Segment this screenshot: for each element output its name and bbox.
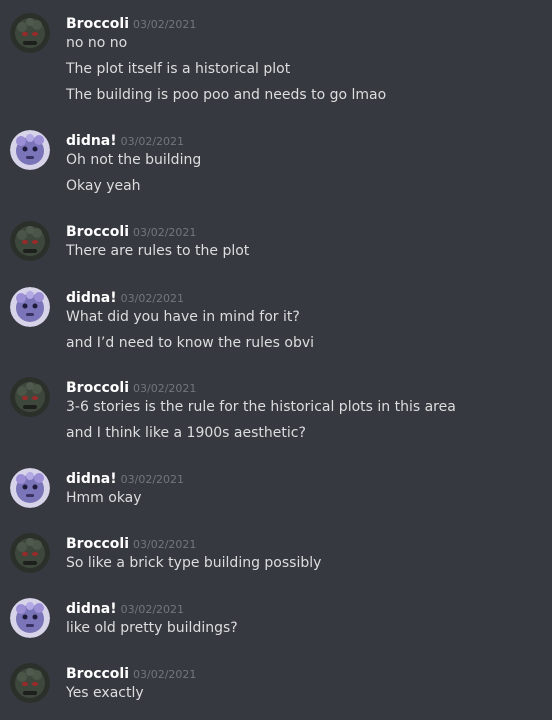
- timestamp: 03/02/2021: [133, 226, 197, 239]
- message-header: didna! 03/02/2021: [66, 598, 184, 618]
- message-text: What did you have in mind for it?: [66, 309, 300, 325]
- timestamp: 03/02/2021: [120, 135, 185, 148]
- message-header: Broccoli 03/02/2021: [66, 663, 196, 683]
- avatar[interactable]: [10, 221, 50, 261]
- didna-avatar-icon: [10, 598, 50, 638]
- message-text: no no no: [66, 35, 128, 51]
- message-list: Broccoli 03/02/2021 no no no The plot itsel…: [0, 0, 552, 720]
- avatar[interactable]: [10, 663, 50, 703]
- message-text: The building is poo poo and needs to go …: [66, 87, 387, 103]
- message-header: didna! 03/02/2021: [66, 468, 184, 488]
- timestamp: 03/02/2021: [133, 538, 197, 551]
- avatar[interactable]: [10, 130, 50, 170]
- broccoli-avatar-icon: [10, 377, 50, 417]
- avatar[interactable]: [10, 468, 50, 508]
- username[interactable]: Broccoli: [66, 380, 129, 396]
- message-header: Broccoli 03/02/2021: [66, 377, 196, 397]
- message-text: Yes exactly: [66, 685, 144, 701]
- message-header: Broccoli 03/02/2021: [66, 533, 196, 553]
- message-text: and I’d need to know the rules obvi: [66, 335, 315, 351]
- timestamp: 03/02/2021: [120, 292, 185, 305]
- avatar[interactable]: [10, 533, 50, 573]
- avatar[interactable]: [10, 287, 50, 327]
- broccoli-avatar-icon: [10, 663, 50, 703]
- broccoli-avatar-icon: [10, 13, 50, 53]
- username[interactable]: Broccoli: [66, 16, 129, 32]
- message-text: Okay yeah: [66, 178, 141, 194]
- username[interactable]: Broccoli: [66, 536, 129, 552]
- username[interactable]: Broccoli: [66, 666, 129, 682]
- avatar[interactable]: [10, 13, 50, 53]
- message-header: didna! 03/02/2021: [66, 130, 184, 150]
- broccoli-avatar-icon: [10, 533, 50, 573]
- message-text: The plot itself is a historical plot: [66, 61, 291, 77]
- message-text: 3-6 stories is the rule for the historic…: [66, 399, 456, 415]
- username[interactable]: didna!: [66, 290, 117, 306]
- broccoli-avatar-icon: [10, 221, 50, 261]
- message-header: Broccoli 03/02/2021: [66, 221, 196, 241]
- timestamp: 03/02/2021: [120, 473, 185, 486]
- username[interactable]: didna!: [66, 601, 117, 617]
- message-text: So like a brick type building possibly: [66, 555, 322, 571]
- message-text: Oh not the building: [66, 152, 202, 168]
- username[interactable]: Broccoli: [66, 224, 129, 240]
- didna-avatar-icon: [10, 468, 50, 508]
- avatar[interactable]: [10, 377, 50, 417]
- message-header: Broccoli 03/02/2021: [66, 13, 196, 33]
- username[interactable]: didna!: [66, 471, 117, 487]
- timestamp: 03/02/2021: [133, 18, 197, 31]
- message-text: There are rules to the plot: [66, 243, 250, 259]
- message-text: like old pretty buildings?: [66, 620, 238, 636]
- message-header: didna! 03/02/2021: [66, 287, 184, 307]
- timestamp: 03/02/2021: [120, 603, 185, 616]
- message-text: Hmm okay: [66, 490, 142, 506]
- avatar[interactable]: [10, 598, 50, 638]
- username[interactable]: didna!: [66, 133, 117, 149]
- timestamp: 03/02/2021: [133, 668, 197, 681]
- timestamp: 03/02/2021: [133, 382, 197, 395]
- didna-avatar-icon: [10, 130, 50, 170]
- didna-avatar-icon: [10, 287, 50, 327]
- message-text: and I think like a 1900s aesthetic?: [66, 425, 306, 441]
